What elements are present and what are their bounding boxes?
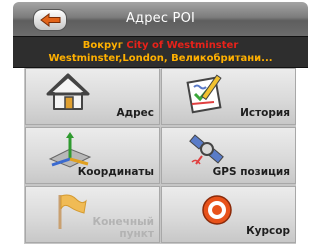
gps-position-label: GPS позиция xyxy=(212,166,290,178)
search-area-bar: Вокруг City of Westminster Westminster,L… xyxy=(13,36,308,68)
coordinates-button[interactable]: Координаты xyxy=(25,127,160,184)
cursor-button[interactable]: Курсор xyxy=(161,186,296,243)
title-bar: Адрес POI xyxy=(13,2,308,36)
destination-button[interactable]: Конечный пункт xyxy=(25,186,160,243)
destination-label: Конечный пункт xyxy=(93,216,155,240)
coordinates-axes-icon xyxy=(48,132,92,168)
satellite-icon xyxy=(189,134,224,165)
coordinates-label: Координаты xyxy=(77,166,154,178)
cursor-label: Курсор xyxy=(246,225,290,237)
target-cursor-icon xyxy=(202,195,232,225)
search-area-prefix: Вокруг xyxy=(82,40,123,51)
flag-icon xyxy=(58,194,87,229)
destination-label-line1: Конечный xyxy=(92,216,155,228)
poi-menu-grid: Адрес История Координаты GPS позиция Кон… xyxy=(24,68,296,244)
history-label: История xyxy=(240,107,290,119)
poi-address-screen: Адрес POI Вокруг City of Westminster Wes… xyxy=(0,0,321,244)
destination-label-line2: пункт xyxy=(119,228,154,240)
history-button[interactable]: История xyxy=(161,68,296,125)
gps-position-button[interactable]: GPS позиция xyxy=(161,127,296,184)
search-area-location: Westminster,London, Великобритани... xyxy=(48,53,273,64)
address-button[interactable]: Адрес xyxy=(25,68,160,125)
page-title: Адрес POI xyxy=(125,11,196,26)
address-label: Адрес xyxy=(116,107,154,119)
search-area-line: Вокруг City of Westminster xyxy=(13,40,308,51)
search-area-city: City of Westminster xyxy=(126,40,239,51)
house-icon xyxy=(46,73,90,110)
history-notepad-icon xyxy=(186,74,222,114)
